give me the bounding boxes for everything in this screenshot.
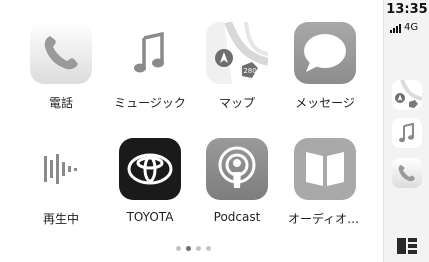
app-maps[interactable]: 280 マップ: [200, 22, 274, 111]
maps-icon: 280: [206, 22, 268, 84]
svg-text:280: 280: [243, 67, 256, 75]
dashboard-icon[interactable]: [397, 238, 417, 254]
app-phone[interactable]: 電話: [24, 22, 98, 111]
sidebar-music-shortcut[interactable]: [392, 118, 422, 148]
page-dot-active[interactable]: [186, 246, 191, 251]
audiobook-icon: [294, 138, 356, 200]
app-label-podcast: Podcast: [213, 210, 261, 224]
sidebar: 13:35 4G: [383, 0, 429, 262]
home-screen: 電話 ミュージック 280 マップ メッセージ 再生中 TOYOTA Podca…: [0, 0, 383, 262]
page-dot[interactable]: [196, 246, 201, 251]
message-bubble-icon: [294, 22, 356, 84]
app-label-audiobooks: オーディオブ…: [288, 212, 362, 226]
maps-icon: [392, 80, 422, 110]
podcast-icon: [206, 138, 268, 200]
phone-icon: [30, 22, 92, 84]
sidebar-maps-shortcut[interactable]: [392, 80, 422, 110]
now-playing-icon: [30, 138, 92, 200]
network-type: 4G: [404, 22, 419, 33]
app-audiobooks[interactable]: オーディオブ…: [288, 138, 362, 227]
status-time: 13:35: [386, 2, 428, 17]
music-note-icon: [392, 118, 422, 148]
phone-icon: [398, 165, 415, 182]
app-now-playing[interactable]: 再生中: [24, 138, 98, 227]
page-dot[interactable]: [176, 246, 181, 251]
page-dot[interactable]: [206, 246, 211, 251]
app-label-maps: マップ: [218, 96, 255, 110]
carplay-screen: 電話 ミュージック 280 マップ メッセージ 再生中 TOYOTA Podca…: [0, 0, 429, 262]
app-music[interactable]: ミュージック: [113, 22, 187, 111]
app-label-now-playing: 再生中: [42, 212, 79, 226]
app-label-messages: メッセージ: [295, 96, 355, 110]
app-podcast[interactable]: Podcast: [200, 138, 274, 224]
signal-strength-icon: [390, 24, 401, 33]
app-messages[interactable]: メッセージ: [288, 22, 362, 111]
toyota-logo-icon: [119, 138, 181, 200]
music-note-icon: [119, 22, 181, 84]
app-toyota[interactable]: TOYOTA: [113, 138, 187, 224]
app-label-toyota: TOYOTA: [126, 210, 174, 224]
sidebar-phone-shortcut[interactable]: [392, 158, 422, 188]
app-label-music: ミュージック: [114, 96, 186, 110]
app-label-phone: 電話: [48, 96, 73, 110]
page-indicator[interactable]: [176, 246, 211, 252]
